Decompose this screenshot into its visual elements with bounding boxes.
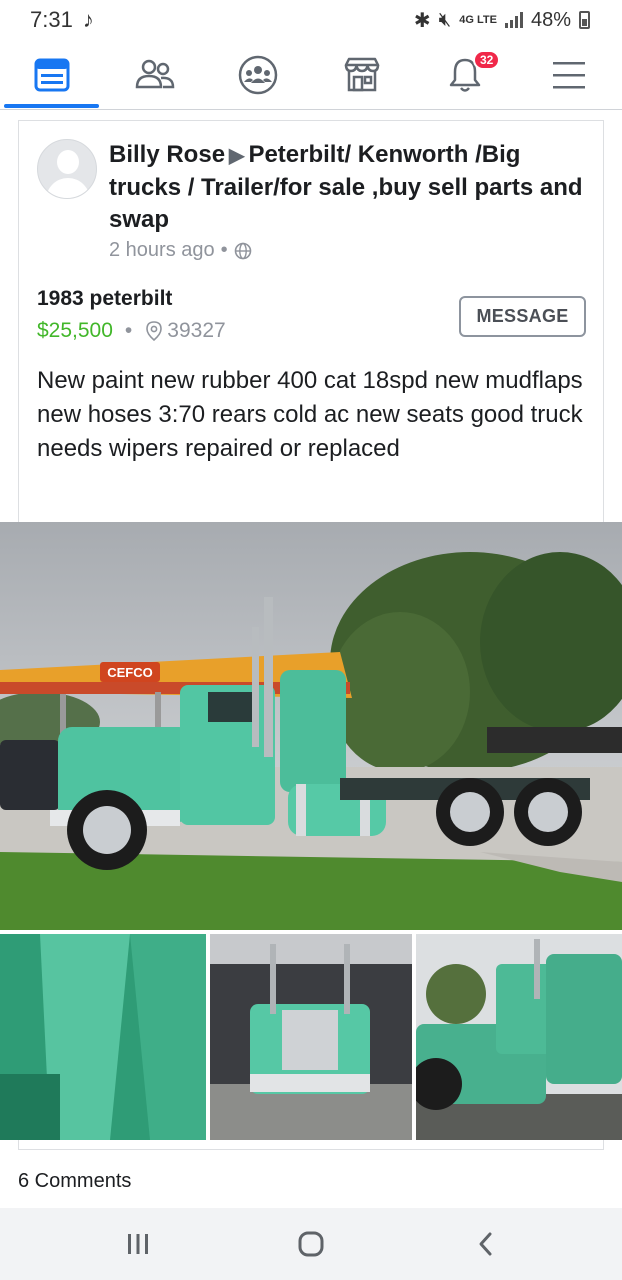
thumbnail-1[interactable] <box>0 934 206 1140</box>
photo-thumbnails <box>0 934 622 1140</box>
nav-friends[interactable] <box>105 40 205 110</box>
back-button[interactable] <box>466 1228 506 1260</box>
post-card: Billy Rose ▶ Peterbilt/ Kenworth /Big truc… <box>18 120 604 525</box>
top-nav-bar: 32 <box>0 40 622 110</box>
friends-icon <box>135 59 175 89</box>
battery-icon <box>579 11 590 29</box>
signal-icon <box>504 12 523 28</box>
newsfeed-icon <box>34 58 70 92</box>
status-bar: 7:31 ♪ ✱ 🔇︎ 4G LTE 48% <box>0 0 622 40</box>
arrow-right-icon: ▶ <box>229 145 245 167</box>
nav-marketplace[interactable] <box>312 40 412 110</box>
nav-news-feed[interactable] <box>2 40 102 110</box>
cefco-sign: CEFCO <box>107 665 153 680</box>
back-icon <box>479 1232 492 1256</box>
nav-menu[interactable] <box>519 40 619 110</box>
price-row: $25,500 • 39327 <box>37 319 226 343</box>
active-tab-indicator <box>4 104 99 108</box>
main-photo[interactable]: CEFCO <box>0 522 622 930</box>
post-description: New paint new rubber 400 cat 18spd new m… <box>37 367 583 462</box>
hamburger-icon <box>553 62 585 89</box>
comments-link[interactable]: 6 Comments <box>18 1170 131 1193</box>
nav-groups[interactable] <box>208 40 308 110</box>
item-price: $25,500 <box>37 319 113 342</box>
truck-photo: CEFCO <box>0 522 622 930</box>
groups-icon <box>238 55 278 95</box>
mute-icon: 🔇︎ <box>438 8 452 31</box>
item-location: 39327 <box>144 319 226 343</box>
recent-apps-button[interactable] <box>118 1228 158 1260</box>
marketplace-icon <box>344 57 380 92</box>
post-header: Billy Rose ▶ Peterbilt/ Kenworth /Big truc… <box>109 139 589 236</box>
item-title: 1983 peterbilt <box>37 287 173 310</box>
thumbnail-2[interactable] <box>210 934 412 1140</box>
thumbnail-3[interactable] <box>416 934 622 1140</box>
globe-icon <box>234 242 251 259</box>
post-meta: 2 hours ago • <box>109 239 252 262</box>
post-card-footer <box>18 1140 604 1150</box>
avatar[interactable] <box>37 139 97 199</box>
recent-apps-icon <box>128 1234 148 1254</box>
item-zip: 39327 <box>167 319 226 342</box>
notification-badge: 32 <box>473 50 501 70</box>
home-icon <box>298 1231 324 1257</box>
nav-notifications[interactable]: 32 <box>415 40 515 110</box>
battery-percent: 48% <box>530 8 571 31</box>
post-time[interactable]: 2 hours ago <box>109 239 215 262</box>
status-time: 7:31 <box>30 7 73 32</box>
message-button[interactable]: MESSAGE <box>459 296 586 337</box>
bluetooth-icon: ✱ <box>413 9 431 32</box>
location-pin-icon <box>146 321 163 342</box>
music-note-icon: ♪ <box>82 7 94 32</box>
system-navigation-bar <box>0 1208 622 1280</box>
home-button[interactable] <box>291 1228 331 1260</box>
author-name[interactable]: Billy Rose <box>109 141 225 168</box>
network-label: 4G LTE <box>459 14 497 26</box>
